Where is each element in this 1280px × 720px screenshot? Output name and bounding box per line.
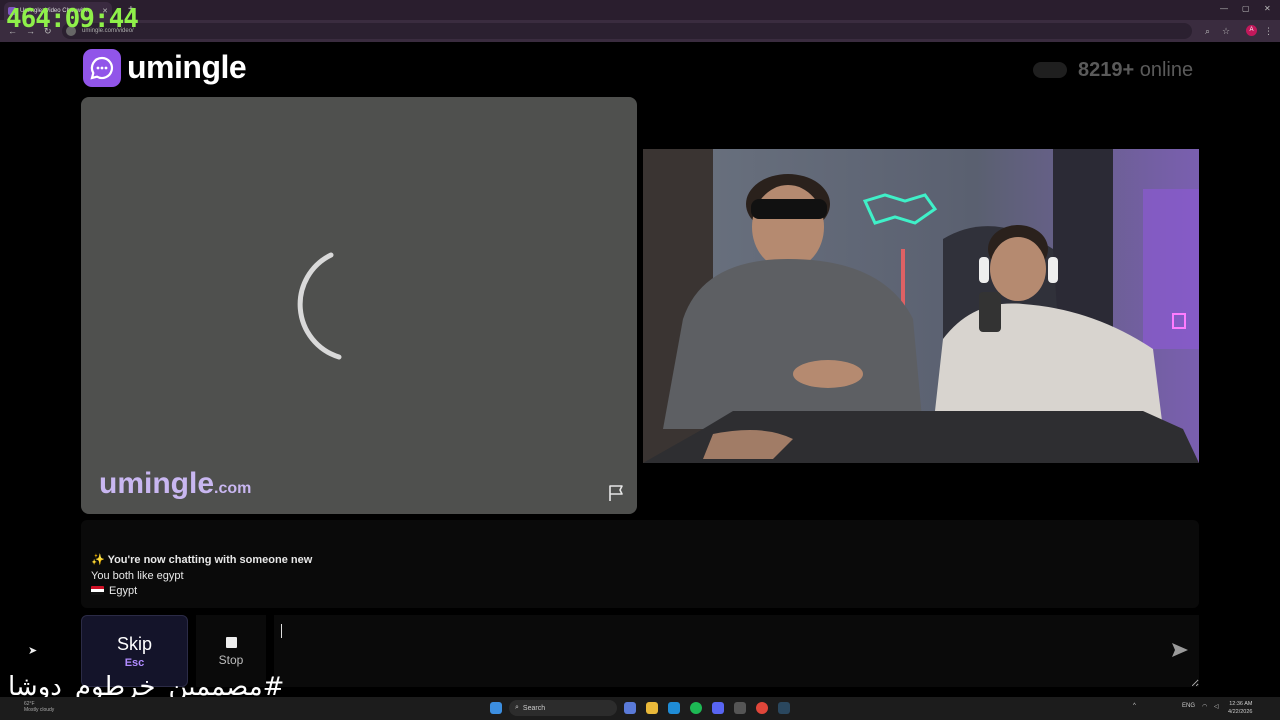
online-count-label: online (1139, 59, 1194, 81)
system-message-new-chat: ✨ You're now chatting with someone new (91, 553, 312, 566)
settings-gear-icon[interactable] (734, 702, 746, 714)
search-icon: ⌕ (515, 704, 519, 711)
egypt-flag-icon (91, 586, 104, 595)
message-input[interactable] (274, 615, 1199, 687)
mouse-pointer-icon: ➤ (28, 645, 38, 657)
menu-icon[interactable]: ⋮ (1264, 26, 1273, 37)
stream-timer: 464:09:44 (6, 4, 139, 34)
umingle-watermark: umingle.com (99, 467, 251, 501)
message-text: You're now chatting with someone new (107, 554, 313, 566)
search-placeholder: Search (522, 704, 546, 712)
close-window-icon[interactable]: ✕ (1264, 4, 1271, 13)
loading-spinner-icon (297, 252, 342, 360)
windows-taskbar: 62°F Mostly cloudy ⌕ Search ^ ENG ◠ ◁ 12… (0, 697, 1280, 720)
system-message-interest: You both like egypt (91, 570, 184, 582)
volume-icon[interactable]: ◁ (1214, 703, 1219, 710)
country-name: Egypt (109, 585, 138, 597)
system-message-country: Egypt (91, 585, 137, 597)
umingle-logo-icon[interactable] (83, 49, 121, 87)
online-toggle[interactable] (1033, 62, 1067, 78)
sparkle-icon: ✨ (91, 554, 105, 566)
browser-tab-bar: Umingle: Video Chat with... ✕ + — ▢ ✕ (0, 0, 1280, 20)
send-icon[interactable] (1171, 642, 1189, 658)
file-explorer-icon[interactable] (646, 702, 658, 714)
stranger-video-panel: umingle.com (81, 97, 637, 514)
wifi-icon[interactable]: ◠ (1202, 703, 1207, 710)
stop-label: Stop (218, 653, 244, 667)
logo-wordmark[interactable]: umingle (127, 49, 247, 86)
discord-icon[interactable] (712, 702, 724, 714)
url-field[interactable]: umingle.com/video/ (62, 23, 1192, 39)
clock-date: 4/22/2026 (1228, 709, 1253, 715)
skip-shortcut: Esc (124, 657, 145, 669)
taskbar-clock[interactable]: 12:36 AM 4/22/2026 (1228, 700, 1252, 716)
tray-chevron-icon[interactable]: ^ (1133, 703, 1136, 709)
online-count-number: 8219+ (1078, 59, 1135, 81)
steam-icon[interactable] (778, 702, 790, 714)
address-bar-row: ← → ↻ umingle.com/video/ ⌕ ☆ ⋮ (0, 20, 1280, 42)
minimize-icon[interactable]: — (1220, 4, 1228, 13)
stop-icon (225, 637, 237, 648)
watermark-domain: .com (214, 480, 252, 497)
chat-log: ✨ You're now chatting with someone new Y… (81, 520, 1199, 608)
text-caret (281, 624, 282, 638)
chrome-icon[interactable] (756, 702, 768, 714)
zoom-icon[interactable]: ⌕ (1205, 26, 1210, 37)
taskbar-search[interactable]: ⌕ Search (509, 700, 617, 716)
edge-icon[interactable] (668, 702, 680, 714)
bookmark-star-icon[interactable]: ☆ (1222, 26, 1230, 37)
start-windows-icon[interactable] (490, 702, 502, 714)
profile-avatar[interactable]: A (1246, 25, 1257, 36)
clock-time: 12:36 AM (1229, 701, 1253, 707)
report-flag-icon[interactable] (607, 483, 627, 503)
skip-label: Skip (116, 634, 152, 654)
copilot-icon[interactable] (624, 702, 636, 714)
spotify-icon[interactable] (690, 702, 702, 714)
weather-widget[interactable]: 62°F Mostly cloudy (24, 701, 54, 713)
weather-desc: Mostly cloudy (24, 707, 55, 713)
watermark-name: umingle (99, 467, 215, 500)
maximize-icon[interactable]: ▢ (1242, 4, 1250, 13)
language-indicator[interactable]: ENG (1182, 703, 1195, 709)
chat-bubble-icon (90, 56, 114, 80)
self-camera-video (643, 149, 1199, 463)
webcam-feed-image (643, 149, 1199, 463)
online-count: 8219+ online (1078, 59, 1193, 82)
